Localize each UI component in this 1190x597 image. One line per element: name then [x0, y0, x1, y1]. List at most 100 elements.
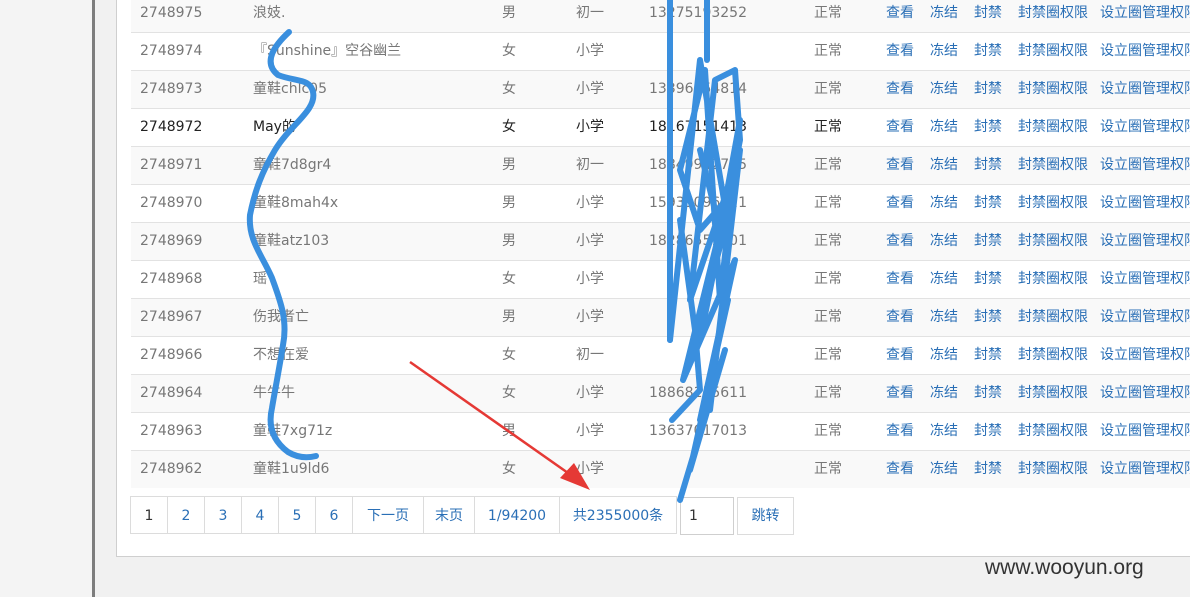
set-admin-link[interactable]: 设立圈管理权限 — [1100, 451, 1190, 488]
view-link[interactable]: 查看 — [886, 375, 914, 412]
user-sex: 男 — [502, 423, 516, 439]
ban-link[interactable]: 封禁 — [974, 33, 1002, 70]
table-row: 2748966 不想在爱 女 初一 正常 查看 冻结 封禁 封禁圈权限 设立圈管理权限 — [131, 336, 1190, 374]
user-name: 童鞋chlc05 — [253, 81, 327, 97]
user-status: 正常 — [814, 385, 842, 401]
user-status: 正常 — [814, 195, 842, 211]
freeze-link[interactable]: 冻结 — [930, 299, 958, 336]
set-admin-link[interactable]: 设立圈管理权限 — [1100, 223, 1190, 260]
ban-link[interactable]: 封禁 — [974, 451, 1002, 488]
ban-link[interactable]: 封禁 — [974, 375, 1002, 412]
freeze-link[interactable]: 冻结 — [930, 185, 958, 222]
page-2-button[interactable]: 2 — [167, 496, 205, 534]
jump-page-input[interactable] — [680, 497, 734, 535]
set-admin-link[interactable]: 设立圈管理权限 — [1100, 299, 1190, 336]
view-link[interactable]: 查看 — [886, 451, 914, 488]
view-link[interactable]: 查看 — [886, 71, 914, 108]
ban-circle-link[interactable]: 封禁圈权限 — [1018, 109, 1088, 146]
page-info: 1/94200 — [474, 496, 560, 534]
set-admin-link[interactable]: 设立圈管理权限 — [1100, 337, 1190, 374]
set-admin-link[interactable]: 设立圈管理权限 — [1100, 147, 1190, 184]
page-1-button[interactable]: 1 — [130, 496, 168, 534]
freeze-link[interactable]: 冻结 — [930, 413, 958, 450]
user-name: 不想在爱 — [253, 347, 309, 363]
freeze-link[interactable]: 冻结 — [930, 337, 958, 374]
freeze-link[interactable]: 冻结 — [930, 109, 958, 146]
ban-circle-link[interactable]: 封禁圈权限 — [1018, 299, 1088, 336]
set-admin-link[interactable]: 设立圈管理权限 — [1100, 375, 1190, 412]
set-admin-link[interactable]: 设立圈管理权限 — [1100, 33, 1190, 70]
freeze-link[interactable]: 冻结 — [930, 71, 958, 108]
user-grade: 小学 — [576, 309, 604, 325]
user-name: 童鞋7d8gr4 — [253, 157, 332, 173]
ban-link[interactable]: 封禁 — [974, 413, 1002, 450]
user-grade: 小学 — [576, 461, 604, 477]
jump-button[interactable]: 跳转 — [737, 497, 794, 535]
ban-link[interactable]: 封禁 — [974, 185, 1002, 222]
view-link[interactable]: 查看 — [886, 299, 914, 336]
user-name: 『Sunshine』空谷幽兰 — [253, 43, 402, 59]
ban-circle-link[interactable]: 封禁圈权限 — [1018, 147, 1088, 184]
ban-link[interactable]: 封禁 — [974, 71, 1002, 108]
set-admin-link[interactable]: 设立圈管理权限 — [1100, 261, 1190, 298]
next-page-button[interactable]: 下一页 — [352, 496, 424, 534]
last-page-button[interactable]: 末页 — [423, 496, 475, 534]
set-admin-link[interactable]: 设立圈管理权限 — [1100, 71, 1190, 108]
user-sex: 女 — [502, 271, 516, 287]
ban-link[interactable]: 封禁 — [974, 337, 1002, 374]
user-sex: 男 — [502, 233, 516, 249]
user-id: 2748967 — [140, 309, 203, 325]
watermark: www.wooyun.org — [985, 556, 1144, 579]
user-sex: 女 — [502, 43, 516, 59]
view-link[interactable]: 查看 — [886, 261, 914, 298]
user-phone: 18286551301 — [649, 233, 747, 249]
ban-circle-link[interactable]: 封禁圈权限 — [1018, 261, 1088, 298]
page-6-button[interactable]: 6 — [315, 496, 353, 534]
freeze-link[interactable]: 冻结 — [930, 223, 958, 260]
page-3-button[interactable]: 3 — [204, 496, 242, 534]
view-link[interactable]: 查看 — [886, 0, 914, 32]
ban-link[interactable]: 封禁 — [974, 109, 1002, 146]
ban-circle-link[interactable]: 封禁圈权限 — [1018, 451, 1088, 488]
user-id: 2748963 — [140, 423, 203, 439]
ban-link[interactable]: 封禁 — [974, 261, 1002, 298]
set-admin-link[interactable]: 设立圈管理权限 — [1100, 109, 1190, 146]
view-link[interactable]: 查看 — [886, 33, 914, 70]
freeze-link[interactable]: 冻结 — [930, 0, 958, 32]
ban-circle-link[interactable]: 封禁圈权限 — [1018, 71, 1088, 108]
ban-circle-link[interactable]: 封禁圈权限 — [1018, 223, 1088, 260]
set-admin-link[interactable]: 设立圈管理权限 — [1100, 0, 1190, 32]
user-phone: 18167151413 — [649, 119, 747, 135]
ban-circle-link[interactable]: 封禁圈权限 — [1018, 413, 1088, 450]
freeze-link[interactable]: 冻结 — [930, 261, 958, 298]
ban-circle-link[interactable]: 封禁圈权限 — [1018, 337, 1088, 374]
user-name: 童鞋1u9ld6 — [253, 461, 330, 477]
set-admin-link[interactable]: 设立圈管理权限 — [1100, 413, 1190, 450]
user-status: 正常 — [814, 347, 842, 363]
ban-circle-link[interactable]: 封禁圈权限 — [1018, 33, 1088, 70]
page-4-button[interactable]: 4 — [241, 496, 279, 534]
freeze-link[interactable]: 冻结 — [930, 147, 958, 184]
view-link[interactable]: 查看 — [886, 147, 914, 184]
freeze-link[interactable]: 冻结 — [930, 33, 958, 70]
view-link[interactable]: 查看 — [886, 413, 914, 450]
user-id: 2748972 — [140, 119, 203, 135]
view-link[interactable]: 查看 — [886, 223, 914, 260]
page-5-button[interactable]: 5 — [278, 496, 316, 534]
ban-link[interactable]: 封禁 — [974, 147, 1002, 184]
ban-circle-link[interactable]: 封禁圈权限 — [1018, 185, 1088, 222]
ban-link[interactable]: 封禁 — [974, 0, 1002, 32]
user-status: 正常 — [814, 43, 842, 59]
user-grade: 初一 — [576, 347, 604, 363]
ban-circle-link[interactable]: 封禁圈权限 — [1018, 0, 1088, 32]
ban-link[interactable]: 封禁 — [974, 223, 1002, 260]
ban-circle-link[interactable]: 封禁圈权限 — [1018, 375, 1088, 412]
view-link[interactable]: 查看 — [886, 337, 914, 374]
view-link[interactable]: 查看 — [886, 109, 914, 146]
freeze-link[interactable]: 冻结 — [930, 451, 958, 488]
view-link[interactable]: 查看 — [886, 185, 914, 222]
ban-link[interactable]: 封禁 — [974, 299, 1002, 336]
set-admin-link[interactable]: 设立圈管理权限 — [1100, 185, 1190, 222]
user-sex: 女 — [502, 81, 516, 97]
freeze-link[interactable]: 冻结 — [930, 375, 958, 412]
